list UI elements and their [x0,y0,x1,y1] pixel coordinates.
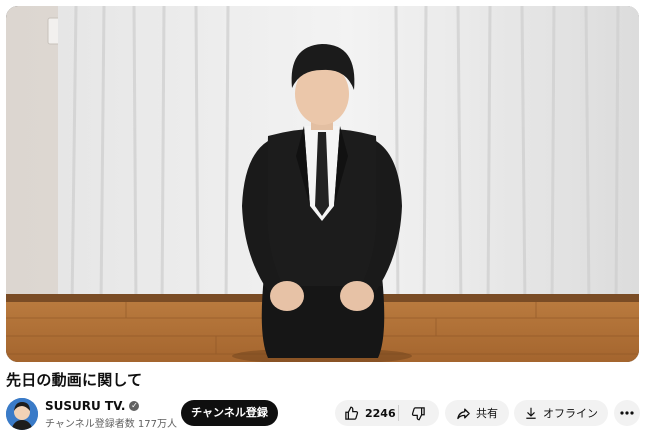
channel-name-label: SUSURU TV. [45,398,126,413]
download-button[interactable]: オフライン [514,400,608,426]
video-title: 先日の動画に関して [6,371,143,389]
verified-check-icon: ✓ [129,400,140,411]
like-count: 2246 [365,406,396,420]
more-horizontal-icon [620,411,634,415]
thumbs-down-icon [411,406,426,421]
like-button[interactable]: 2246 [335,400,398,426]
video-frame-image [6,6,639,362]
share-button[interactable]: 共有 [445,400,509,426]
channel-avatar[interactable] [6,398,38,430]
dislike-button[interactable] [398,400,439,426]
thumbs-up-icon [344,406,359,421]
download-label: オフライン [543,407,598,420]
more-actions-button[interactable] [614,400,640,426]
video-player[interactable] [6,6,639,362]
share-label: 共有 [476,407,498,420]
channel-avatar-icon [6,398,38,430]
channel-name[interactable]: SUSURU TV. ✓ [45,398,140,413]
share-arrow-icon [456,406,471,421]
like-dislike-group: 2246 [335,400,439,426]
subscriber-count: チャンネル登録者数 177万人 [45,419,177,430]
subscribe-button[interactable]: チャンネル登録 [181,400,278,426]
download-icon [524,406,538,420]
